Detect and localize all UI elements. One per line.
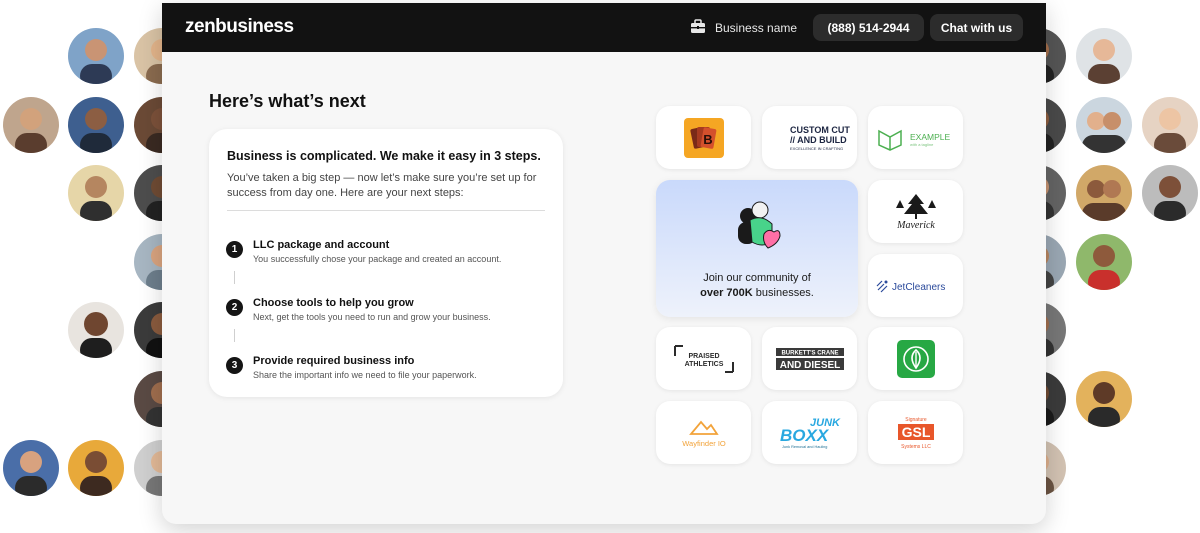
- avatar-background: [3, 97, 59, 153]
- avatar-background: [1076, 165, 1132, 221]
- step-description: You successfully chose your package and …: [253, 254, 502, 264]
- step-connector: [234, 329, 235, 342]
- b-cards-logo: B: [683, 117, 724, 158]
- avatar-background: [68, 97, 124, 153]
- avatar-background: [1142, 165, 1198, 221]
- avatar-background: [68, 440, 124, 496]
- svg-text:JetCleaners: JetCleaners: [892, 282, 945, 293]
- logo-tile-wayfinder: Wayfinder IO: [656, 401, 751, 464]
- logo-tile-b-cards: B: [656, 106, 751, 169]
- phone-button[interactable]: (888) 514-2944: [813, 14, 924, 41]
- avatar-background: [3, 440, 59, 496]
- logo-tile-leaf: [868, 327, 963, 390]
- svg-text:GSL: GSL: [901, 424, 930, 440]
- step-title: Provide required business info: [253, 355, 415, 367]
- svg-text:// AND BUILD: // AND BUILD: [790, 135, 847, 145]
- svg-text:Maverick: Maverick: [896, 220, 935, 231]
- community-card: Join our community of over 700K business…: [656, 180, 858, 317]
- step-title: Choose tools to help you grow: [253, 297, 414, 309]
- svg-text:BURKETT'S CRANE: BURKETT'S CRANE: [781, 350, 838, 356]
- zenbusiness-logo[interactable]: zenbusiness: [185, 16, 294, 38]
- step-number: 1: [226, 241, 243, 258]
- avatar-background: [1076, 28, 1132, 84]
- page-title: Here’s what’s next: [209, 91, 366, 111]
- logo-tile-junk-boxx: JUNK BOXX Junk Removal and Hauling: [762, 401, 857, 464]
- svg-text:EXCELLENCE IN CRAFTING: EXCELLENCE IN CRAFTING: [790, 146, 843, 151]
- chat-button[interactable]: Chat with us: [930, 14, 1023, 41]
- avatar-background: [68, 28, 124, 84]
- card-description: You’ve taken a big step — now let’s make…: [227, 172, 537, 199]
- next-steps-card: Business is complicated. We make it easy…: [209, 129, 563, 397]
- avatar-background: [68, 165, 124, 221]
- svg-text:Systems LLC: Systems LLC: [901, 444, 931, 450]
- svg-text:BOXX: BOXX: [780, 426, 830, 445]
- svg-text:EXAMPLE: EXAMPLE: [910, 132, 950, 142]
- logo-tile-custom-cut: CUSTOM CUT // AND BUILD EXCELLENCE IN CR…: [762, 106, 857, 169]
- svg-text:PRAISED: PRAISED: [688, 353, 719, 360]
- community-text-line2: businesses.: [752, 287, 814, 299]
- community-text-line1: Join our community of: [703, 272, 811, 284]
- svg-text:Wayfinder IO: Wayfinder IO: [682, 439, 726, 448]
- svg-text:Junk Removal and Hauling: Junk Removal and Hauling: [782, 445, 827, 449]
- briefcase-icon: [690, 19, 706, 37]
- svg-text:with a tagline: with a tagline: [910, 142, 934, 147]
- svg-text:Signature: Signature: [905, 417, 927, 423]
- avatar-background: [1076, 97, 1132, 153]
- community-illustration: [738, 201, 781, 249]
- avatar-background: [68, 302, 124, 358]
- logo-tile-gsl: Signature GSL Systems LLC: [868, 401, 963, 464]
- step-number: 3: [226, 357, 243, 374]
- avatar-background: [1076, 371, 1132, 427]
- avatar-background: [1076, 234, 1132, 290]
- divider: [227, 210, 545, 211]
- logo-tile-maverick: Maverick: [868, 180, 963, 243]
- app-window: zenbusiness Business name (888) 514-2944…: [162, 3, 1046, 524]
- business-name-label: Business name: [715, 21, 798, 35]
- svg-text:ATHLETICS: ATHLETICS: [684, 361, 723, 368]
- svg-text:CUSTOM CUT: CUSTOM CUT: [790, 125, 850, 135]
- leaf-icon: [896, 339, 935, 378]
- logo-tile-praised-athletics: PRAISED ATHLETICS: [656, 327, 751, 390]
- card-title: Business is complicated. We make it easy…: [227, 149, 541, 163]
- business-name-menu[interactable]: Business name: [690, 19, 797, 37]
- step-title: LLC package and account: [253, 239, 390, 251]
- community-text: Join our community of over 700K business…: [656, 271, 858, 301]
- community-highlight: over 700K: [700, 287, 753, 299]
- logo-tile-example: EXAMPLE with a tagline: [868, 106, 963, 169]
- svg-text:B: B: [703, 132, 712, 147]
- step-number: 2: [226, 299, 243, 316]
- avatar-background: [1142, 97, 1198, 153]
- logo-tile-jetcleaners: JetCleaners: [868, 254, 963, 317]
- logo-tile-burketts: BURKETT'S CRANE AND DIESEL: [762, 327, 857, 390]
- step-description: Share the important info we need to file…: [253, 370, 477, 380]
- step-connector: [234, 271, 235, 284]
- top-navigation-bar: zenbusiness Business name (888) 514-2944…: [162, 3, 1046, 52]
- step-description: Next, get the tools you need to run and …: [253, 312, 491, 322]
- svg-text:AND DIESEL: AND DIESEL: [779, 360, 840, 371]
